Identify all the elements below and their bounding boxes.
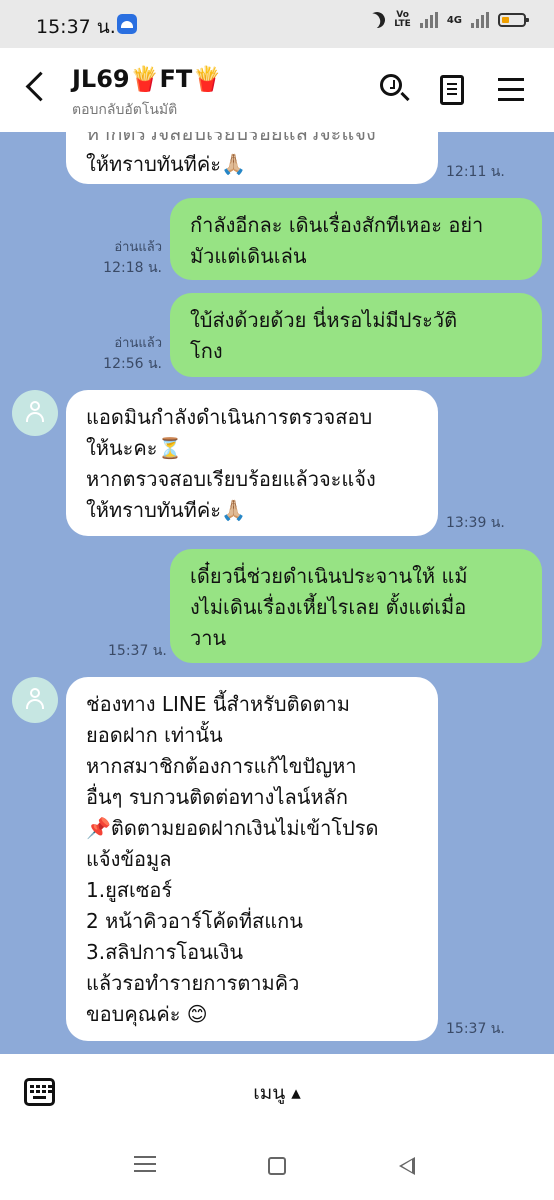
chat-header: JL69🍟FT🍟 ตอบกลับอัตโนมัติ bbox=[0, 48, 554, 132]
sender-avatar[interactable] bbox=[12, 677, 58, 723]
message-line: โกง bbox=[190, 339, 223, 363]
status-bar: 15:37 น. Vo LTE 4G bbox=[0, 0, 554, 48]
message-line: ช่องทาง LINE นี้สำหรับติดตาม bbox=[86, 692, 350, 716]
read-receipt: อ่านแล้ว 12:18 น. bbox=[96, 236, 162, 279]
message-time: 15:37 น. bbox=[108, 643, 167, 659]
message-line: ใบ้ส่งด้วยด้วย นี่หรอไม่มีประวัติ bbox=[190, 308, 458, 332]
app-notification-icon bbox=[117, 14, 137, 34]
message-time: 13:39 น. bbox=[446, 515, 505, 531]
volte-icon: Vo LTE bbox=[394, 10, 411, 29]
message-bubble[interactable]: ช่องทาง LINE นี้สำหรับติดตาม ยอดฝาก เท่า… bbox=[66, 677, 438, 1041]
search-icon[interactable] bbox=[380, 74, 402, 96]
read-label: อ่านแล้ว bbox=[114, 336, 162, 351]
back-arrow-icon[interactable] bbox=[25, 71, 56, 102]
message-time: 12:11 น. bbox=[446, 164, 505, 180]
message-line: แจ้งข้อมูล bbox=[86, 847, 172, 871]
message-bubble[interactable]: เดี๋ยวนี่ช่วยดำเนินประจานให้ แม้ งไม่เดิ… bbox=[170, 549, 542, 663]
message-line: 📌ติดตามยอดฝากเงินไม่เข้าโปรด bbox=[86, 816, 379, 840]
signal-icon-2 bbox=[471, 12, 489, 28]
message-time: 12:18 น. bbox=[103, 260, 162, 276]
home-icon[interactable] bbox=[268, 1157, 286, 1175]
message-line: ยอดฝาก เท่านั้น bbox=[86, 723, 223, 747]
battery-icon bbox=[498, 13, 529, 27]
chat-title: JL69🍟FT🍟 bbox=[72, 65, 223, 93]
network-type-label: 4G bbox=[446, 14, 462, 26]
menu-icon[interactable] bbox=[498, 78, 524, 101]
message-line: ให้นะคะ⏳ bbox=[86, 436, 183, 460]
read-receipt: อ่านแล้ว 12:56 น. bbox=[96, 332, 162, 375]
read-label: อ่านแล้ว bbox=[114, 240, 162, 255]
input-bar: เมนู ▴ bbox=[0, 1054, 554, 1130]
signal-icon bbox=[419, 12, 438, 28]
message-line: ให้ทราบทันทีค่ะ🙏🏼 bbox=[86, 498, 246, 522]
message-bubble[interactable]: แอดมินกำลังดำเนินการตรวจสอบ ให้นะคะ⏳ หาก… bbox=[66, 390, 438, 536]
message-line: ให้ทราบทันทีค่ะ🙏🏼 bbox=[86, 152, 246, 176]
message-time: 15:37 น. bbox=[446, 1021, 505, 1037]
message-line: งไม่เดินเรื่องเหี้ยไรเลย ตั้งแต่เมื่อ bbox=[190, 595, 467, 619]
message-line: กำลังอีกละ เดินเรื่องสักทีเหอะ อย่า bbox=[190, 213, 484, 237]
message-line: 3.สลิปการโอนเงิน bbox=[86, 940, 244, 964]
message-line: 1.ยูสเซอร์ bbox=[86, 878, 173, 902]
message-time: 12:56 น. bbox=[103, 356, 162, 372]
do-not-disturb-icon bbox=[367, 10, 388, 31]
message-line: แอดมินกำลังดำเนินการตรวจสอบ bbox=[86, 405, 373, 429]
message-line: มัวแต่เดินเล่น bbox=[190, 244, 307, 268]
message-line: 2 หน้าคิวอาร์โค้ดที่สแกน bbox=[86, 909, 303, 933]
message-bubble[interactable]: หากตรวจสอบเรียบร้อยแล้วจะแจ้ง ให้ทราบทัน… bbox=[66, 132, 438, 184]
notes-icon[interactable] bbox=[440, 75, 464, 105]
message-bubble[interactable]: กำลังอีกละ เดินเรื่องสักทีเหอะ อย่า มัวแ… bbox=[170, 198, 542, 280]
message-line: หากตรวจสอบเรียบร้อยแล้วจะแจ้ง bbox=[86, 132, 376, 145]
status-icons: Vo LTE 4G bbox=[367, 10, 529, 31]
message-line: หากตรวจสอบเรียบร้อยแล้วจะแจ้ง bbox=[86, 467, 376, 491]
message-line: ขอบคุณค่ะ 😊 bbox=[86, 1002, 208, 1026]
status-time: 15:37 น. bbox=[36, 16, 116, 38]
sender-avatar[interactable] bbox=[12, 390, 58, 436]
chat-subtitle: ตอบกลับอัตโนมัติ bbox=[72, 102, 178, 118]
message-line: แล้วรอทำรายการตามคิว bbox=[86, 971, 300, 995]
message-bubble[interactable]: ใบ้ส่งด้วยด้วย นี่หรอไม่มีประวัติ โกง bbox=[170, 293, 542, 377]
message-line: อื่นๆ รบกวนติดต่อทางไลน์หลัก bbox=[86, 785, 348, 809]
system-nav-bar bbox=[0, 1130, 554, 1200]
chat-area[interactable]: หากตรวจสอบเรียบร้อยแล้วจะแจ้ง ให้ทราบทัน… bbox=[0, 132, 554, 1054]
recent-apps-icon[interactable] bbox=[134, 1156, 156, 1172]
menu-toggle-button[interactable]: เมนู ▴ bbox=[0, 1078, 554, 1108]
back-icon[interactable] bbox=[399, 1157, 415, 1175]
message-line: เดี๋ยวนี่ช่วยดำเนินประจานให้ แม้ bbox=[190, 564, 468, 588]
message-line: หากสมาชิกต้องการแก้ไขปัญหา bbox=[86, 754, 357, 778]
message-line: วาน bbox=[190, 626, 227, 650]
